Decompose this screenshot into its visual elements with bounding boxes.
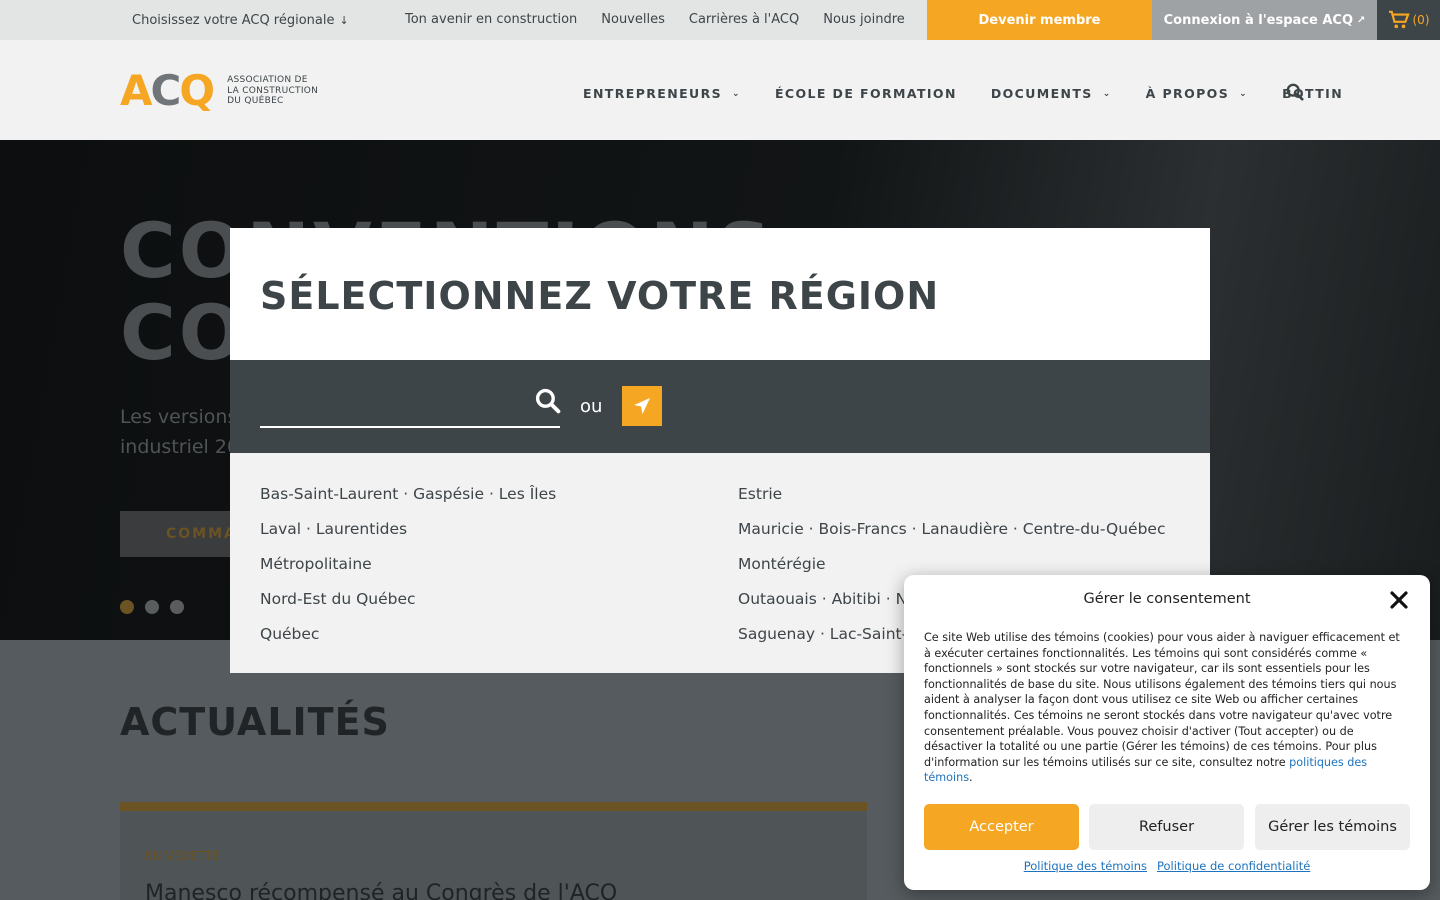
- cookie-policy-link[interactable]: Politique des témoins: [1024, 859, 1147, 873]
- accept-button[interactable]: Accepter: [924, 804, 1079, 850]
- nav-label: À PROPOS: [1145, 86, 1230, 101]
- logo-letter-c: C: [150, 66, 182, 115]
- site-header: A C Q ASSOCIATION DE LA CONSTRUCTION DU …: [0, 40, 1440, 140]
- link-ton-avenir[interactable]: Ton avenir en construction: [405, 12, 577, 27]
- consent-footer-links: Politique des témoins Politique de confi…: [904, 859, 1430, 873]
- member-login-button[interactable]: Connexion à l'espace ACQ ↗: [1152, 0, 1377, 40]
- cart-count: (0): [1412, 13, 1430, 27]
- member-login-label: Connexion à l'espace ACQ: [1163, 12, 1354, 28]
- arrow-down-icon: ↓: [339, 14, 349, 27]
- consent-body-text: Ce site Web utilise des témoins (cookies…: [924, 631, 1400, 769]
- refuse-button[interactable]: Refuser: [1089, 804, 1244, 850]
- cookie-consent-dialog: Gérer le consentement Ce site Web utilis…: [904, 575, 1430, 890]
- regional-acq-select-label: Choisissez votre ACQ régionale: [132, 13, 335, 28]
- region-link[interactable]: Laval · Laurentides: [260, 519, 738, 540]
- region-link[interactable]: Métropolitaine: [260, 554, 738, 575]
- slider-dot[interactable]: [170, 600, 184, 614]
- news-section-title: ACTUALITÉS: [120, 700, 390, 744]
- chevron-down-icon: ⌄: [732, 88, 741, 99]
- nav-label: DOCUMENTS: [990, 86, 1093, 101]
- slider-dot[interactable]: [145, 600, 159, 614]
- logo-letter-a: A: [120, 66, 152, 115]
- link-nous-joindre[interactable]: Nous joindre: [823, 12, 905, 27]
- region-link[interactable]: Mauricie · Bois-Francs · Lanaudière · Ce…: [738, 519, 1178, 540]
- become-member-button[interactable]: Devenir membre: [927, 0, 1152, 40]
- consent-title: Gérer le consentement: [1083, 591, 1251, 607]
- logo-text-line: DU QUÉBEC: [227, 96, 284, 107]
- link-carrieres[interactable]: Carrières à l'ACQ: [689, 12, 799, 27]
- search-icon[interactable]: [1286, 83, 1304, 101]
- consent-body: Ce site Web utilise des témoins (cookies…: [924, 630, 1410, 786]
- region-link[interactable]: Bas-Saint-Laurent · Gaspésie · Les Îles: [260, 484, 738, 505]
- regional-acq-select[interactable]: Choisissez votre ACQ régionale ↓: [132, 13, 349, 28]
- hero-subtitle: Les versions industriel 20: [120, 402, 239, 462]
- privacy-policy-link[interactable]: Politique de confidentialité: [1157, 859, 1310, 873]
- news-headline[interactable]: Manesco récompensé au Congrès de l'ACQ: [145, 881, 617, 900]
- utility-links: Ton avenir en construction Nouvelles Car…: [405, 12, 949, 27]
- nav-a-propos[interactable]: À PROPOS ⌄: [1146, 86, 1248, 101]
- nav-label: ÉCOLE DE FORMATION: [774, 86, 957, 101]
- slider-dots: [120, 600, 184, 614]
- region-modal-title: SÉLECTIONNEZ VOTRE RÉGION: [260, 274, 940, 318]
- nav-ecole-de-formation[interactable]: ÉCOLE DE FORMATION: [775, 86, 957, 101]
- close-icon[interactable]: [1390, 591, 1408, 609]
- cart-icon: [1388, 10, 1410, 29]
- logo-wordmark: ASSOCIATION DE LA CONSTRUCTION DU QUÉBEC: [227, 75, 318, 106]
- main-navigation: ENTREPRENEURS ⌄ ÉCOLE DE FORMATION DOCUM…: [583, 86, 1343, 101]
- logo-mark: A C Q: [120, 66, 215, 115]
- or-label: ou: [580, 396, 603, 417]
- region-link[interactable]: Québec: [260, 624, 738, 645]
- utility-bar: Choisissez votre ACQ régionale ↓ Ton ave…: [0, 0, 1440, 40]
- region-link[interactable]: Estrie: [738, 484, 1178, 505]
- external-link-icon: ↗: [1357, 14, 1366, 26]
- geolocate-button[interactable]: [622, 386, 662, 426]
- search-icon[interactable]: [535, 388, 561, 414]
- region-search-bar: ou: [230, 360, 1210, 453]
- slider-dot[interactable]: [120, 600, 134, 614]
- featured-tag: EN VEDETTE: [145, 849, 221, 863]
- hero-subtitle-line: industriel 20: [120, 436, 240, 458]
- manage-cookies-button[interactable]: Gérer les témoins: [1255, 804, 1410, 850]
- featured-news-card[interactable]: EN VEDETTE Manesco récompensé au Congrès…: [120, 802, 867, 900]
- nav-entrepreneurs[interactable]: ENTREPRENEURS ⌄: [583, 86, 741, 101]
- consent-body-end: .: [969, 771, 973, 785]
- nav-label: ENTREPRENEURS: [583, 86, 722, 101]
- chevron-down-icon: ⌄: [1102, 88, 1112, 99]
- nav-documents[interactable]: DOCUMENTS ⌄: [991, 86, 1112, 101]
- acq-logo[interactable]: A C Q ASSOCIATION DE LA CONSTRUCTION DU …: [120, 70, 318, 112]
- logo-letter-q: Q: [179, 66, 215, 115]
- location-arrow-icon: [634, 398, 650, 414]
- region-column-left: Bas-Saint-Laurent · Gaspésie · Les Îles …: [260, 484, 738, 645]
- logo-text-line: LA CONSTRUCTION: [227, 85, 319, 96]
- region-link[interactable]: Nord-Est du Québec: [260, 589, 738, 610]
- region-modal-header: SÉLECTIONNEZ VOTRE RÉGION: [230, 228, 1210, 360]
- region-search-input[interactable]: [260, 384, 560, 428]
- region-link[interactable]: Montérégie: [738, 554, 1178, 575]
- chevron-down-icon: ⌄: [1239, 88, 1249, 99]
- cart-button[interactable]: (0): [1377, 0, 1440, 40]
- logo-text-line: ASSOCIATION DE: [227, 75, 308, 86]
- link-nouvelles[interactable]: Nouvelles: [601, 12, 665, 27]
- hero-subtitle-line: Les versions: [120, 406, 238, 428]
